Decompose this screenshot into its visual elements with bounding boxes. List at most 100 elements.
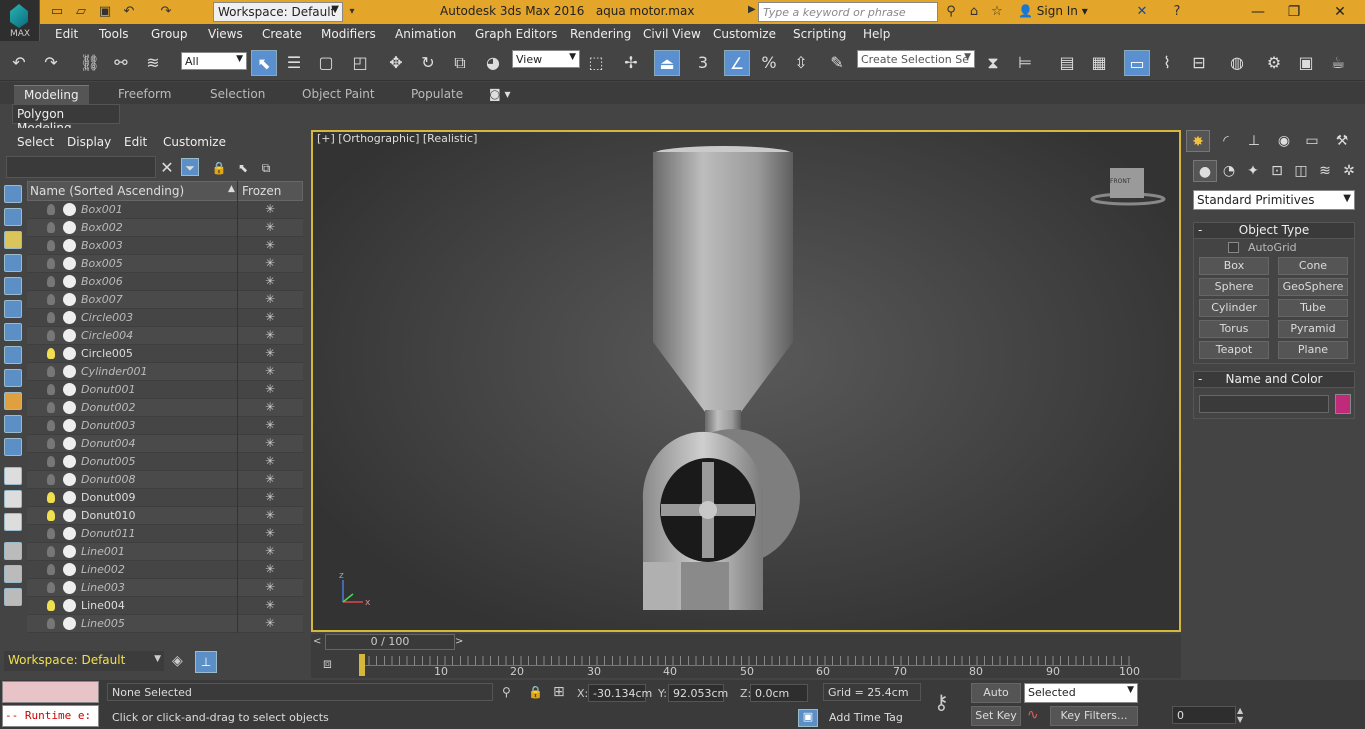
menu-modifiers[interactable]: Modifiers <box>321 27 376 41</box>
frozen-snowflake-icon[interactable]: ✳ <box>265 202 275 216</box>
clear-search-icon[interactable]: ✕ <box>158 159 176 177</box>
helpers-filter-icon[interactable] <box>4 277 22 295</box>
lock-icon[interactable]: 🔒 <box>210 159 228 177</box>
open-file-icon[interactable]: ▱ <box>72 3 90 21</box>
search-input[interactable]: Type a keyword or phrase <box>758 2 938 22</box>
render-setup-icon[interactable]: ⚙ <box>1261 50 1287 76</box>
geometry-icon[interactable]: ● <box>1193 160 1217 182</box>
sphere-button[interactable]: Sphere <box>1199 278 1269 296</box>
primitive-category-dropdown[interactable]: Standard Primitives ▼ <box>1193 190 1355 210</box>
explorer-menu-select[interactable]: Select <box>17 135 54 149</box>
list-item[interactable]: Donut003 ✳ <box>27 417 303 435</box>
pyramid-button[interactable]: Pyramid <box>1278 320 1348 338</box>
new-file-icon[interactable]: ▭ <box>48 3 66 21</box>
modify-tab-icon[interactable]: ◜ <box>1214 130 1238 152</box>
scale-icon[interactable]: ⧉ <box>447 50 473 76</box>
hierarchy-explorer-icon[interactable]: ⊥ <box>195 651 217 673</box>
list-view-icon[interactable] <box>4 467 22 485</box>
torus-button[interactable]: Torus <box>1199 320 1269 338</box>
favorites-star-icon[interactable]: ☆ <box>988 3 1006 21</box>
frozen-snowflake-icon[interactable]: ✳ <box>265 508 275 522</box>
menu-views[interactable]: Views <box>208 27 243 41</box>
create-tab-icon[interactable]: ✸ <box>1186 130 1210 152</box>
frozen-snowflake-icon[interactable]: ✳ <box>265 238 275 252</box>
viewcube-front-label[interactable]: FRONT <box>1110 178 1131 185</box>
xrefs-filter-icon[interactable] <box>4 346 22 364</box>
sign-in-button[interactable]: 👤 Sign In ▾ <box>1018 4 1088 18</box>
light-bulb-icon[interactable] <box>47 384 55 395</box>
subscription-icon[interactable]: ⌂ <box>965 3 983 21</box>
groups-filter-icon[interactable] <box>4 323 22 341</box>
workspace-dropdown[interactable]: Workspace: Default ▼ <box>213 2 343 22</box>
select-object-icon[interactable]: ⬉ <box>251 50 277 76</box>
tab-freeform[interactable]: Freeform <box>118 87 171 101</box>
menu-rendering[interactable]: Rendering <box>570 27 631 41</box>
light-bulb-icon[interactable] <box>47 258 55 269</box>
undo-icon[interactable]: ↶ <box>6 50 32 76</box>
invert-icon[interactable] <box>4 513 22 531</box>
containers-filter-icon[interactable] <box>4 392 22 410</box>
time-slider[interactable]: 0 / 100 <box>325 634 455 650</box>
menu-graph-editors[interactable]: Graph Editors <box>475 27 557 41</box>
light-bulb-icon[interactable] <box>47 600 55 611</box>
frozen-snowflake-icon[interactable]: ✳ <box>265 562 275 576</box>
frozen-snowflake-icon[interactable]: ✳ <box>265 436 275 450</box>
light-bulb-icon[interactable] <box>47 456 55 467</box>
schematic-view-icon[interactable]: ⊟ <box>1186 50 1212 76</box>
frozen-snowflake-icon[interactable]: ✳ <box>265 580 275 594</box>
chevron-right-icon[interactable]: > <box>455 636 463 647</box>
chevron-right-icon[interactable]: ▶ <box>748 4 756 15</box>
menu-create[interactable]: Create <box>262 27 302 41</box>
unlink-icon[interactable]: ⚯ <box>108 50 134 76</box>
bones-filter-icon[interactable] <box>4 369 22 387</box>
y-coordinate-field[interactable]: 92.053cm <box>668 684 728 702</box>
light-bulb-icon[interactable] <box>47 222 55 233</box>
list-item[interactable]: Line001 ✳ <box>27 543 303 561</box>
light-bulb-icon[interactable] <box>47 240 55 251</box>
frozen-snowflake-icon[interactable]: ✳ <box>265 544 275 558</box>
isolate-icon[interactable]: ⚲ <box>502 685 511 699</box>
geometry-filter-icon[interactable] <box>4 185 22 203</box>
list-item[interactable]: Line005 ✳ <box>27 615 303 633</box>
frozen-snowflake-icon[interactable]: ✳ <box>265 292 275 306</box>
quick-access-menu-icon[interactable]: ▾ <box>344 2 360 22</box>
maxscript-output[interactable]: -- Runtime e: <box>2 705 99 727</box>
layer-explorer-icon[interactable]: ◈ <box>172 653 190 671</box>
frozen-snowflake-icon[interactable]: ✳ <box>265 598 275 612</box>
list-item[interactable]: Donut001 ✳ <box>27 381 303 399</box>
display-none-icon[interactable] <box>4 490 22 508</box>
layer-explorer-icon[interactable]: ▤ <box>1054 50 1080 76</box>
light-bulb-icon[interactable] <box>47 564 55 575</box>
list-item[interactable]: Donut009 ✳ <box>27 489 303 507</box>
redo-icon[interactable]: ↷ <box>38 50 64 76</box>
light-bulb-icon[interactable] <box>47 618 55 629</box>
scene-explorer-icon[interactable]: ▭ <box>1124 50 1150 76</box>
object-type-header[interactable]: - Object Type <box>1194 223 1354 239</box>
light-bulb-icon[interactable] <box>47 510 55 521</box>
menu-tools[interactable]: Tools <box>99 27 129 41</box>
menu-civil-view[interactable]: Civil View <box>643 27 701 41</box>
explorer-menu-edit[interactable]: Edit <box>124 135 147 149</box>
frozen-snowflake-icon[interactable]: ✳ <box>265 418 275 432</box>
light-bulb-icon[interactable] <box>47 348 55 359</box>
app-logo[interactable]: MAX <box>0 0 40 41</box>
autogrid-checkbox[interactable] <box>1228 242 1239 253</box>
frozen-snowflake-icon[interactable]: ✳ <box>265 310 275 324</box>
utilities-tab-icon[interactable]: ⚒ <box>1330 130 1354 152</box>
list-item[interactable]: Line004 ✳ <box>27 597 303 615</box>
frozen-snowflake-icon[interactable]: ✳ <box>265 328 275 342</box>
window-crossing-icon[interactable]: ◰ <box>347 50 373 76</box>
frozen-snowflake-icon[interactable]: ✳ <box>265 616 275 630</box>
add-time-tag-button[interactable]: Add Time Tag <box>829 711 903 724</box>
absolute-mode-icon[interactable]: ⊞ <box>553 684 565 700</box>
maxscript-listener-mini[interactable] <box>2 681 99 703</box>
list-item[interactable]: Donut008 ✳ <box>27 471 303 489</box>
object-color-swatch[interactable] <box>1335 394 1351 414</box>
frozen-snowflake-icon[interactable]: ✳ <box>265 364 275 378</box>
tab-modeling[interactable]: Modeling <box>14 85 89 104</box>
select-by-name-icon[interactable]: ☰ <box>281 50 307 76</box>
key-filters-button[interactable]: Key Filters... <box>1050 706 1138 726</box>
curve-editor-icon[interactable]: ⌇ <box>1154 50 1180 76</box>
set-key-button[interactable]: Set Key <box>971 706 1021 726</box>
undo-icon[interactable]: ↶ <box>120 3 138 21</box>
